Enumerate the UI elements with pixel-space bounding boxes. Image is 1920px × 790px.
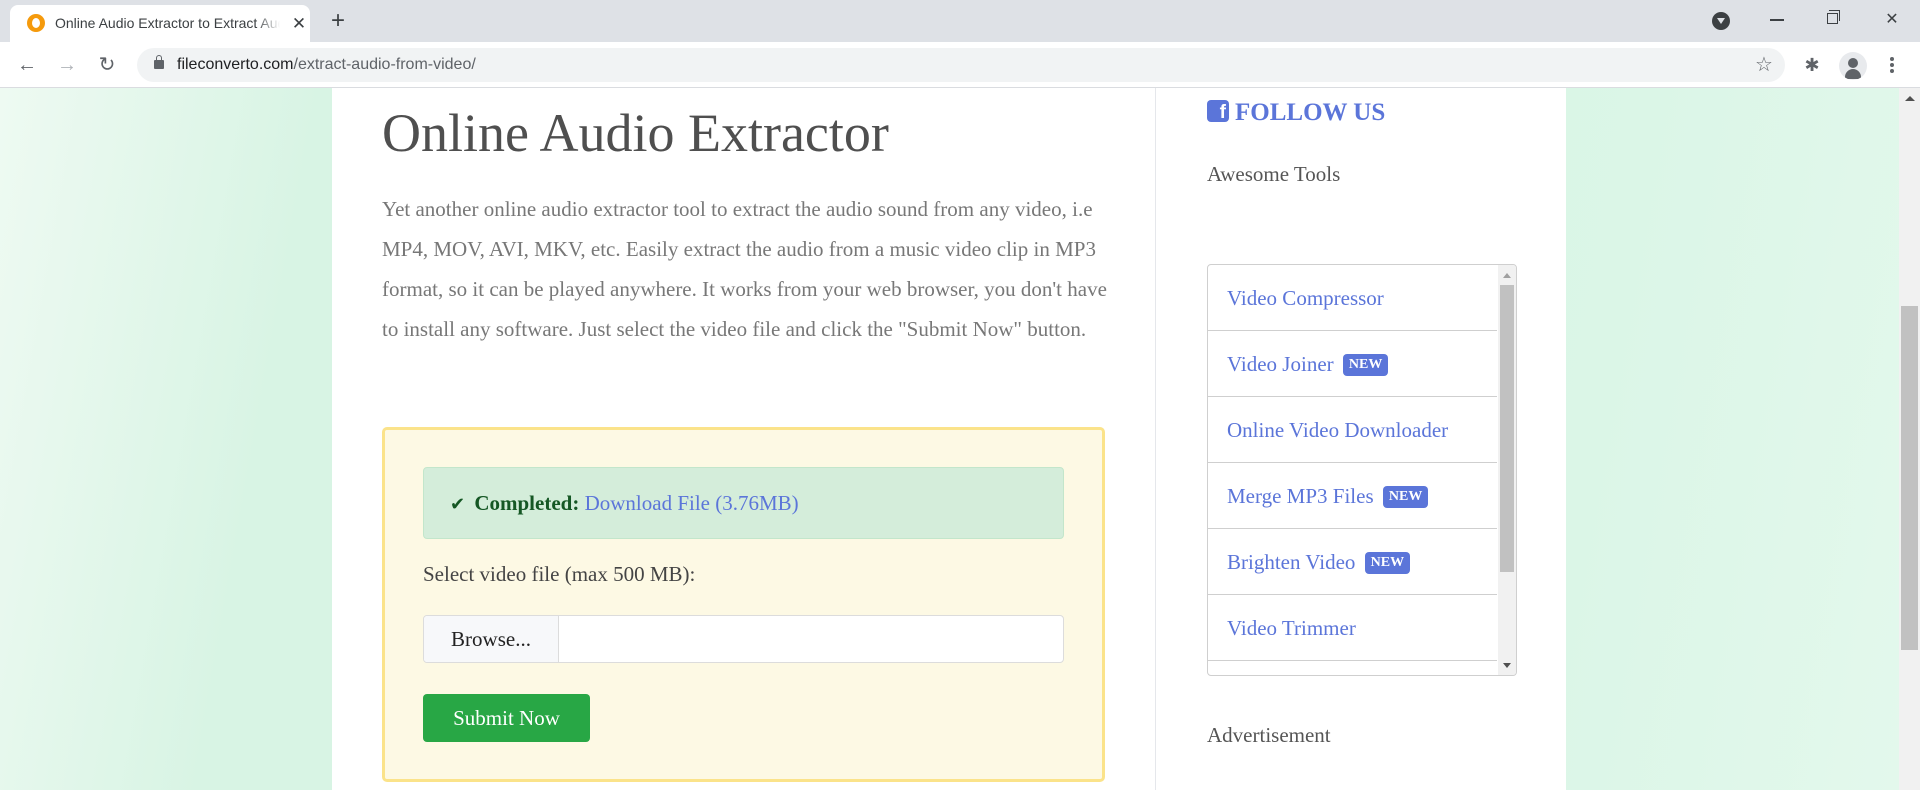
forward-icon[interactable]: →: [52, 50, 82, 80]
close-window-icon[interactable]: ✕: [1877, 6, 1907, 34]
facebook-icon: [1207, 100, 1229, 124]
restore-icon[interactable]: [1827, 10, 1840, 24]
page-scrollbar[interactable]: [1899, 88, 1920, 790]
page-title: Online Audio Extractor: [382, 103, 889, 163]
lock-icon: [154, 55, 164, 69]
bookmark-star-icon[interactable]: ☆: [1755, 52, 1773, 77]
profile-avatar-icon[interactable]: [1839, 52, 1867, 80]
browser-tab[interactable]: Online Audio Extractor to Extract Audio …: [10, 5, 310, 42]
new-badge: NEW: [1382, 486, 1429, 508]
tool-item-video-joiner[interactable]: Video Joiner NEW: [1208, 331, 1497, 397]
tool-label: Brighten Video: [1227, 550, 1356, 574]
tool-item-video-trimmer[interactable]: Video Trimmer: [1208, 595, 1497, 661]
download-file-link[interactable]: Download File (3.76MB): [585, 491, 799, 515]
tool-label: Merge MP3 Files: [1227, 484, 1374, 508]
intro-paragraph: Yet another online audio extractor tool …: [382, 197, 1107, 341]
page-scroll-thumb[interactable]: [1901, 306, 1918, 650]
selected-file-name[interactable]: [560, 616, 1063, 662]
submit-now-button[interactable]: Submit Now: [423, 694, 590, 742]
tool-label: Video Compressor: [1227, 286, 1384, 310]
tool-label: Video Joiner: [1227, 352, 1334, 376]
tools-list-scroll-thumb[interactable]: [1500, 285, 1514, 572]
completed-alert: ✔ Completed: Download File (3.76MB): [423, 467, 1064, 539]
column-divider: [1155, 88, 1156, 790]
tab-title: Online Audio Extractor to Extract Audio …: [55, 15, 280, 31]
follow-us-label: FOLLOW US: [1235, 99, 1386, 126]
follow-us-link[interactable]: FOLLOW US: [1207, 99, 1385, 127]
page-scroll-up-icon[interactable]: [1905, 96, 1915, 101]
tools-list-scrollbar[interactable]: [1498, 265, 1516, 675]
video-file-input[interactable]: Browse...: [423, 615, 1064, 663]
tool-item-online-video-downloader[interactable]: Online Video Downloader: [1208, 397, 1497, 463]
page-viewport: Online Audio Extractor Yet another onlin…: [0, 88, 1899, 790]
new-badge: NEW: [1342, 354, 1389, 376]
reload-icon[interactable]: ↻: [92, 50, 122, 80]
page-container: Online Audio Extractor Yet another onlin…: [332, 88, 1566, 790]
tools-list[interactable]: Video Compressor Video Joiner NEW Online…: [1207, 264, 1517, 676]
browse-button[interactable]: Browse...: [424, 616, 559, 662]
site-favicon-icon: [27, 14, 45, 32]
status-label: Completed:: [474, 491, 580, 515]
url-text: fileconverto.com/extract-audio-from-vide…: [177, 56, 476, 74]
new-badge: NEW: [1364, 552, 1411, 574]
back-icon[interactable]: ←: [12, 50, 42, 80]
tool-item-brighten-video[interactable]: Brighten Video NEW: [1208, 529, 1497, 595]
advertisement-heading: Advertisement: [1207, 723, 1331, 747]
check-icon: ✔: [450, 494, 466, 514]
close-tab-icon[interactable]: ✕: [289, 14, 309, 34]
tool-label: Online Video Downloader: [1227, 418, 1449, 442]
tab-search-icon[interactable]: [1712, 12, 1730, 30]
browser-toolbar: ← → ↻ fileconverto.com/extract-audio-fro…: [0, 42, 1920, 88]
extensions-icon[interactable]: ✱: [1801, 50, 1823, 80]
browser-menu-icon[interactable]: [1885, 50, 1899, 80]
tool-label: Video Trimmer: [1227, 616, 1356, 640]
url-path: /extract-audio-from-video/: [293, 56, 476, 73]
address-bar[interactable]: fileconverto.com/extract-audio-from-vide…: [137, 48, 1785, 82]
scroll-down-arrow-icon[interactable]: [1503, 663, 1511, 668]
tool-item-merge-mp3-files[interactable]: Merge MP3 Files NEW: [1208, 463, 1497, 529]
minimize-icon[interactable]: [1770, 19, 1784, 21]
upload-form: ✔ Completed: Download File (3.76MB) Sele…: [382, 427, 1105, 782]
tool-item-video-compressor[interactable]: Video Compressor: [1208, 265, 1497, 331]
url-host: fileconverto.com: [177, 56, 294, 73]
scroll-up-arrow-icon[interactable]: [1503, 273, 1511, 278]
tab-strip: Online Audio Extractor to Extract Audio …: [0, 0, 1920, 42]
awesome-tools-heading: Awesome Tools: [1207, 162, 1341, 186]
new-tab-button[interactable]: +: [325, 9, 351, 35]
file-field-label: Select video file (max 500 MB):: [423, 562, 696, 586]
